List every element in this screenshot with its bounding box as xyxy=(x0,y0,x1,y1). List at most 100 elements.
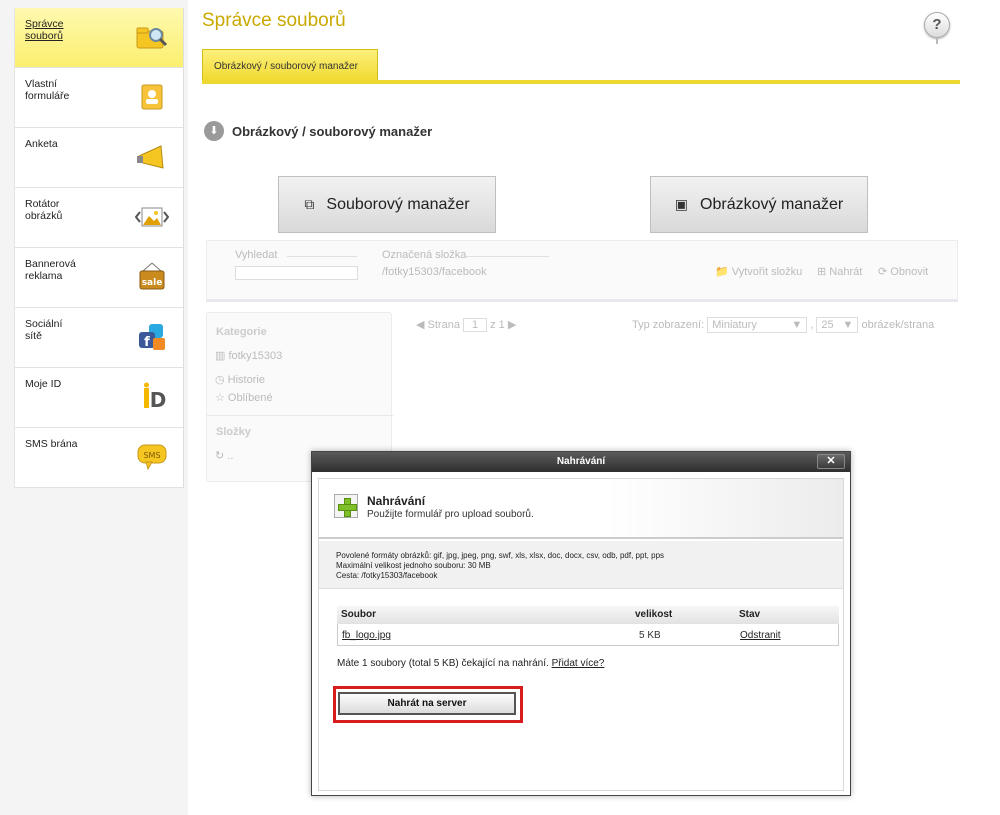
column-size: velikost xyxy=(635,609,673,620)
sidebar-item-label: SMS brána xyxy=(25,438,78,450)
sidebar-item-custom-forms[interactable]: Vlastní formuláře xyxy=(15,68,183,128)
search-input[interactable] xyxy=(235,266,358,280)
sidebar-item-label: Rotátor obrázků xyxy=(25,198,63,222)
section-header: ⬇ Obrázkový / souborový manažer xyxy=(204,121,432,141)
info-formats: Povolené formáty obrázků: gif, jpg, jpeg… xyxy=(336,551,665,560)
folder-item-label: .. xyxy=(227,450,234,462)
folder-path: /fotky15303/facebook xyxy=(382,266,487,278)
dialog-subheading: Použijte formulář pro upload souborů. xyxy=(367,509,534,520)
mojeid-icon: D xyxy=(135,382,169,412)
sidebar: Správce souborů Vlastní formuláře Anketa… xyxy=(14,8,184,488)
prev-page-icon[interactable]: ◀ xyxy=(416,319,424,331)
dialog-titlebar: Nahrávání ✕ xyxy=(312,452,850,472)
folder-icon: ▥ xyxy=(215,350,229,362)
folder-search-icon xyxy=(135,22,169,52)
upload-info: Povolené formáty obrázků: gif, jpg, jpeg… xyxy=(319,541,843,589)
dialog-close-button[interactable]: ✕ xyxy=(817,454,845,469)
tab-image-file-manager[interactable]: Obrázkový / souborový manažer xyxy=(202,49,378,83)
copy-files-icon: ⧉ xyxy=(304,196,315,212)
sidebar-item-label: Vlastní formuláře xyxy=(25,78,70,102)
pager: ◀ Strana 1 z 1 ▶ xyxy=(416,318,516,332)
social-icon: f xyxy=(135,322,169,352)
svg-text:f: f xyxy=(144,335,150,350)
category-item-label: Oblíbené xyxy=(227,392,273,404)
refresh-button[interactable]: ⟳ Obnovit xyxy=(878,265,928,278)
upload-label: Nahrát xyxy=(829,266,863,278)
star-icon: ☆ xyxy=(215,392,228,404)
file-manager-toolbar: Vyhledat Označená složka /fotky15303/fac… xyxy=(206,240,958,302)
sidebar-item-label: Anketa xyxy=(25,138,58,150)
help-button[interactable]: ? xyxy=(924,12,950,44)
close-icon: ✕ xyxy=(826,455,836,467)
per-page-value: 25 xyxy=(821,319,834,331)
svg-text:SMS: SMS xyxy=(143,451,160,460)
upload-status: Máte 1 soubory (total 5 KB) čekající na … xyxy=(337,658,604,669)
folders-title: Složky xyxy=(216,426,251,438)
new-folder-icon: 📁 xyxy=(715,266,732,278)
svg-text:sale: sale xyxy=(142,278,163,288)
file-manager-button[interactable]: ⧉ Souborový manažer xyxy=(278,176,496,233)
file-name-link[interactable]: fb_logo.jpg xyxy=(342,630,391,641)
sidebar-item-label: Sociální sítě xyxy=(25,318,63,342)
folder-label: Označená složka xyxy=(382,249,467,261)
sidebar-item-sms-gateway[interactable]: SMS brána SMS xyxy=(15,428,183,488)
categories-title: Kategorie xyxy=(216,326,267,338)
file-size: 5 KB xyxy=(639,630,661,641)
tab-underline xyxy=(202,80,960,84)
next-page-icon[interactable]: ▶ xyxy=(508,319,516,331)
sidebar-item-file-manager[interactable]: Správce souborů xyxy=(15,8,183,68)
arrow-down-icon: ⬇ xyxy=(204,121,224,141)
file-table: Soubor velikost Stav fb_logo.jpg 5 KB Od… xyxy=(337,606,839,646)
sidebar-item-poll[interactable]: Anketa xyxy=(15,128,183,188)
clock-icon: ◷ xyxy=(215,374,228,386)
create-folder-label: Vytvořit složku xyxy=(731,266,803,278)
upload-dialog: Nahrávání ✕ Nahrávání Použijte formulář … xyxy=(311,451,851,796)
pager-total: z 1 xyxy=(490,319,505,331)
sidebar-item-social[interactable]: Sociální sítě f xyxy=(15,308,183,368)
view-select[interactable]: Miniatury ▼ xyxy=(707,317,808,333)
category-favorites[interactable]: ☆ Oblíbené xyxy=(215,391,273,404)
column-file: Soubor xyxy=(341,609,376,620)
dialog-header: Nahrávání Použijte formulář pro upload s… xyxy=(319,479,843,539)
category-history[interactable]: ◷ Historie xyxy=(215,373,265,386)
add-more-link[interactable]: Přidat více? xyxy=(552,658,605,669)
view-label: Typ zobrazení: xyxy=(632,319,705,331)
divider xyxy=(465,256,549,257)
search-label: Vyhledat xyxy=(235,249,278,261)
divider xyxy=(287,256,357,257)
sidebar-item-label: Bannerová reklama xyxy=(25,258,76,282)
svg-text:D: D xyxy=(150,388,167,412)
image-manager-button[interactable]: ▣ Obrázkový manažer xyxy=(650,176,868,233)
view-options: Typ zobrazení: Miniatury ▼ , 25 ▼ obrázek/… xyxy=(632,317,935,333)
upload-to-server-button[interactable]: Nahrát na server xyxy=(338,692,516,715)
table-row: fb_logo.jpg 5 KB Odstranit xyxy=(337,624,839,646)
file-table-header: Soubor velikost Stav xyxy=(337,606,839,624)
upload-toolbar-button[interactable]: ⊞ Nahrát xyxy=(817,265,862,278)
page-title: Správce souborů xyxy=(202,10,346,31)
view-select-value: Miniatury xyxy=(712,319,757,331)
pager-label: Strana xyxy=(427,319,460,331)
page-input[interactable]: 1 xyxy=(463,318,488,332)
chevron-down-icon: ▼ xyxy=(842,319,854,331)
category-item-label: fotky15303 xyxy=(228,350,283,362)
sms-bubble-icon: SMS xyxy=(135,442,169,472)
sidebar-item-label: Správce souborů xyxy=(25,18,64,42)
remove-file-link[interactable]: Odstranit xyxy=(740,630,781,641)
category-item-label: Historie xyxy=(227,374,265,386)
contact-book-icon xyxy=(135,82,169,112)
file-manager-button-label: Souborový manažer xyxy=(326,195,470,213)
sidebar-item-banner-ads[interactable]: Bannerová reklama sale xyxy=(15,248,183,308)
image-stack-icon: ▣ xyxy=(674,196,689,212)
category-item[interactable]: ▥ fotky15303 xyxy=(215,349,282,362)
dialog-title: Nahrávání xyxy=(556,456,606,467)
sidebar-item-mojeid[interactable]: Moje ID D xyxy=(15,368,183,428)
info-max-size: Maximální velikost jednoho souboru: 30 M… xyxy=(336,561,491,570)
column-status: Stav xyxy=(739,609,761,620)
per-page-select[interactable]: 25 ▼ xyxy=(816,317,859,333)
sidebar-item-image-rotator[interactable]: Rotátor obrázků xyxy=(15,188,183,248)
refresh-label: Obnovit xyxy=(890,266,929,278)
create-folder-button[interactable]: 📁 Vytvořit složku xyxy=(715,265,802,278)
info-path: Cesta: /fotky15303/facebook xyxy=(336,571,438,580)
folder-up-item[interactable]: ↻ .. xyxy=(215,449,233,462)
plus-icon xyxy=(334,494,358,518)
